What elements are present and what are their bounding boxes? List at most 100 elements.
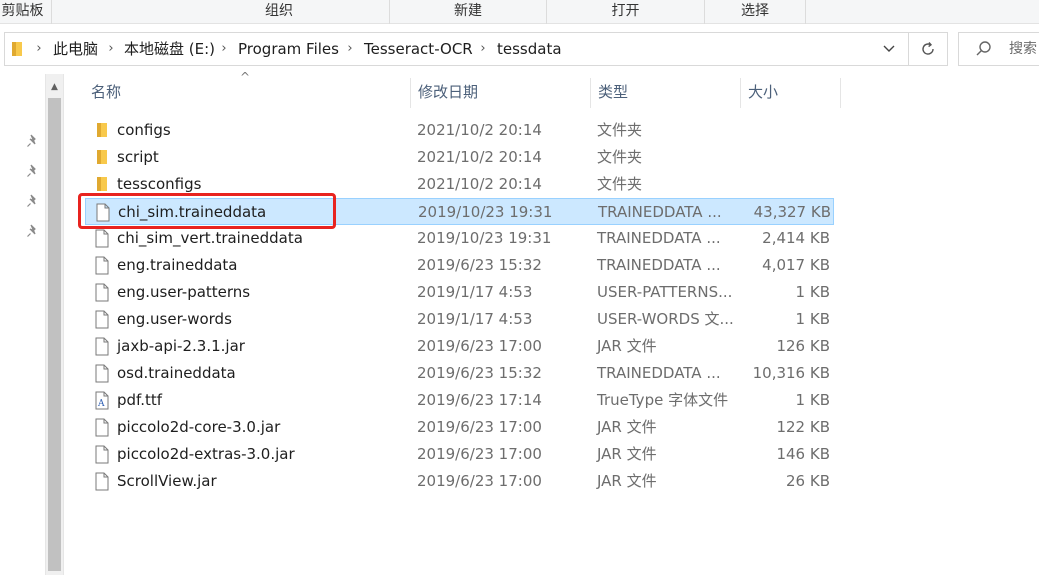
file-type: USER-PATTERNS... (597, 283, 733, 301)
nav-scrollbar[interactable]: ▲ (45, 74, 64, 575)
chevron-right-icon[interactable]: › (218, 33, 230, 65)
refresh-icon (921, 42, 934, 55)
file-name: eng.user-words (117, 310, 232, 328)
file-type: JAR 文件 (597, 445, 657, 463)
chevron-right-icon[interactable]: › (105, 33, 117, 65)
pin-icon[interactable] (26, 164, 40, 178)
chevron-right-icon[interactable]: › (344, 33, 356, 65)
ribbon-group-labels: 剪贴板 组织 新建 打开 选择 (0, 0, 1039, 24)
file-size: 1 KB (795, 310, 830, 328)
file-type: TrueType 字体文件 (597, 391, 729, 409)
navigation-pane[interactable] (0, 74, 45, 575)
file-icon (95, 472, 109, 491)
chevron-right-icon[interactable]: › (33, 33, 45, 65)
file-type: 文件夹 (597, 148, 643, 166)
file-type: JAR 文件 (597, 418, 657, 436)
column-header-size[interactable]: 大小 (740, 74, 840, 110)
file-modified-date: 2021/10/2 20:14 (417, 175, 542, 193)
file-type: TRAINEDDATA ... (597, 364, 721, 382)
column-divider[interactable] (840, 78, 841, 108)
file-type: TRAINEDDATA ... (597, 229, 721, 247)
file-row[interactable]: piccolo2d-extras-3.0.jar 2019/6/23 17:00 J… (85, 441, 834, 468)
file-row[interactable]: chi_sim_vert.traineddata 2019/10/23 19:31… (85, 225, 834, 252)
breadcrumb-tesseract-ocr[interactable]: Tesseract-OCR (364, 33, 473, 65)
file-type: JAR 文件 (597, 337, 657, 355)
ribbon-group-label: 组织 (265, 3, 293, 19)
breadcrumb-tessdata[interactable]: tessdata (497, 33, 562, 65)
file-type: JAR 文件 (597, 472, 657, 490)
file-size: 122 KB (776, 418, 830, 436)
file-modified-date: 2019/6/23 15:32 (417, 364, 542, 382)
scrollbar-thumb[interactable] (48, 98, 61, 571)
file-size: 1 KB (795, 391, 830, 409)
file-size: 10,316 KB (752, 364, 830, 382)
file-name: ScrollView.jar (117, 472, 217, 490)
file-size: 4,017 KB (762, 256, 830, 274)
pin-icon[interactable] (26, 134, 40, 148)
column-header-type[interactable]: 类型 (590, 74, 740, 110)
ribbon-group-label: 选择 (741, 3, 769, 19)
address-bar[interactable]: › 此电脑 › 本地磁盘 (E:) › Program Files › Tess… (4, 32, 909, 66)
ribbon-group-open: 打开 (547, 0, 705, 24)
refresh-button[interactable] (908, 32, 948, 66)
file-row[interactable]: Apdf.ttf 2019/6/23 17:14 TrueType 字体文件 1 KB (85, 387, 834, 414)
file-size (738, 117, 830, 144)
breadcrumb-program-files[interactable]: Program Files (238, 33, 339, 65)
chevron-right-icon[interactable]: › (477, 33, 489, 65)
file-row[interactable]: jaxb-api-2.3.1.jar 2019/6/23 17:00 JAR 文件 1… (85, 333, 834, 360)
font-file-icon: A (95, 391, 109, 410)
file-modified-date: 2021/10/2 20:14 (417, 148, 542, 166)
search-icon (976, 41, 991, 56)
search-input[interactable]: 搜索 (958, 32, 1039, 66)
file-name: jaxb-api-2.3.1.jar (117, 337, 245, 355)
column-header-name[interactable]: 名称 (83, 74, 410, 110)
file-type: TRAINEDDATA ... (597, 256, 721, 274)
ribbon-group-select: 选择 (705, 0, 806, 24)
file-row[interactable]: eng.traineddata 2019/6/23 15:32 TRAINEDDAT… (85, 252, 834, 279)
breadcrumb-local-disk-e[interactable]: 本地磁盘 (E:) (124, 33, 215, 65)
ribbon-group-new: 新建 (390, 0, 547, 24)
pin-icon[interactable] (26, 224, 40, 238)
folder-icon (97, 123, 107, 137)
file-row[interactable]: eng.user-patterns 2019/1/17 4:53 USER-PATT… (85, 279, 834, 306)
file-name: piccolo2d-core-3.0.jar (117, 418, 281, 436)
search-placeholder: 搜索 (1009, 41, 1037, 57)
file-name: script (117, 148, 159, 166)
file-modified-date: 2019/10/23 19:31 (418, 203, 553, 221)
file-type: 文件夹 (597, 121, 643, 139)
folder-row[interactable]: script 2021/10/2 20:14 文件夹 (85, 144, 834, 171)
ribbon-group-clipboard: 剪贴板 (0, 0, 52, 24)
file-modified-date: 2019/6/23 17:00 (417, 418, 542, 436)
file-icon (95, 445, 109, 464)
file-row[interactable]: piccolo2d-core-3.0.jar 2019/6/23 17:00 JAR… (85, 414, 834, 441)
file-modified-date: 2019/10/23 19:31 (417, 229, 552, 247)
file-size: 126 KB (776, 337, 830, 355)
file-name: osd.traineddata (117, 364, 236, 382)
folder-row[interactable]: configs 2021/10/2 20:14 文件夹 (85, 117, 834, 144)
svg-text:A: A (97, 399, 105, 409)
file-size (738, 144, 830, 171)
file-name: eng.traineddata (117, 256, 238, 274)
chevron-down-icon[interactable] (882, 44, 896, 54)
ribbon-group-label: 剪贴板 (1, 3, 44, 19)
file-size: 2,414 KB (762, 229, 830, 247)
column-header-date[interactable]: 修改日期 (410, 74, 590, 110)
file-modified-date: 2019/6/23 17:00 (417, 337, 542, 355)
file-row[interactable]: osd.traineddata 2019/6/23 15:32 TRAINEDDAT… (85, 360, 834, 387)
file-row[interactable]: ScrollView.jar 2019/6/23 17:00 JAR 文件 26 KB (85, 468, 834, 495)
pin-icon[interactable] (26, 194, 40, 208)
file-modified-date: 2019/1/17 4:53 (417, 310, 533, 328)
file-size (738, 171, 830, 198)
annotation-highlight-box (78, 193, 336, 229)
file-size: 43,327 KB (753, 203, 831, 221)
file-row[interactable]: eng.user-words 2019/1/17 4:53 USER-WORDS 文… (85, 306, 834, 333)
file-modified-date: 2019/6/23 17:00 (417, 445, 542, 463)
ribbon-group-label: 新建 (454, 3, 482, 19)
folder-icon (97, 150, 107, 164)
file-icon (95, 283, 109, 302)
file-name: eng.user-patterns (117, 283, 251, 301)
ribbon-group-organize: 组织 (169, 0, 390, 24)
scroll-up-arrow-icon[interactable]: ▲ (46, 78, 63, 96)
breadcrumb-this-pc[interactable]: 此电脑 (53, 33, 98, 65)
file-name: configs (117, 121, 171, 139)
